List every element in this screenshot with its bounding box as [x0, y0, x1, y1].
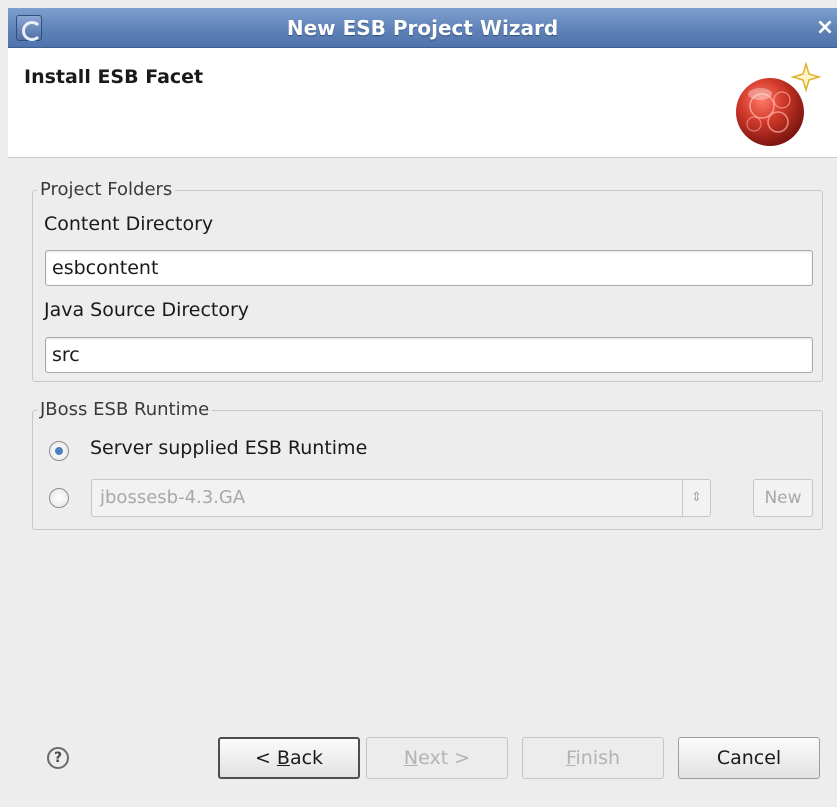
finish-button[interactable]: Finish — [522, 737, 664, 779]
jboss-esb-runtime-group: JBoss ESB Runtime Server supplied ESB Ru… — [32, 398, 823, 530]
back-button-rest: ack — [289, 747, 324, 769]
server-supplied-runtime-label[interactable]: Server supplied ESB Runtime — [90, 437, 367, 459]
esb-facet-logo-icon — [736, 61, 822, 146]
back-button-prefix: < — [254, 747, 277, 769]
window-title: New ESB Project Wizard — [286, 16, 559, 40]
spinner-arrows-icon: ⇕ — [682, 480, 710, 516]
next-button[interactable]: Next > — [366, 737, 508, 779]
project-folders-group-label: Project Folders — [37, 178, 176, 202]
title-bar[interactable]: New ESB Project Wizard × — [8, 8, 837, 48]
back-button[interactable]: < Back — [218, 737, 360, 779]
runtime-select-value: jbossesb-4.3.GA — [100, 487, 246, 508]
content-directory-label: Content Directory — [44, 213, 214, 235]
wizard-banner: Install ESB Facet — [8, 48, 837, 158]
next-button-rest: ext > — [418, 747, 471, 769]
help-icon[interactable]: ? — [47, 747, 69, 769]
server-supplied-runtime-radio[interactable] — [49, 441, 69, 461]
jboss-esb-runtime-group-label: JBoss ESB Runtime — [37, 398, 213, 422]
close-button[interactable]: × — [813, 14, 837, 42]
cancel-button[interactable]: Cancel — [678, 737, 820, 779]
java-source-directory-input[interactable] — [45, 337, 813, 373]
wizard-window: New ESB Project Wizard × Install ESB Fac… — [0, 0, 837, 807]
content-directory-input[interactable] — [45, 250, 813, 286]
back-button-mnemonic: B — [276, 747, 290, 769]
finish-button-mnemonic: F — [565, 747, 576, 769]
custom-runtime-radio[interactable] — [49, 488, 69, 508]
java-source-directory-label: Java Source Directory — [44, 299, 250, 321]
runtime-select[interactable]: jbossesb-4.3.GA ⇕ — [91, 479, 711, 517]
next-button-mnemonic: N — [403, 747, 419, 769]
page-title: Install ESB Facet — [24, 66, 204, 88]
finish-button-rest: inish — [575, 747, 621, 769]
project-folders-group: Project Folders Content Directory Java S… — [32, 178, 823, 382]
new-runtime-button[interactable]: New — [753, 479, 813, 517]
